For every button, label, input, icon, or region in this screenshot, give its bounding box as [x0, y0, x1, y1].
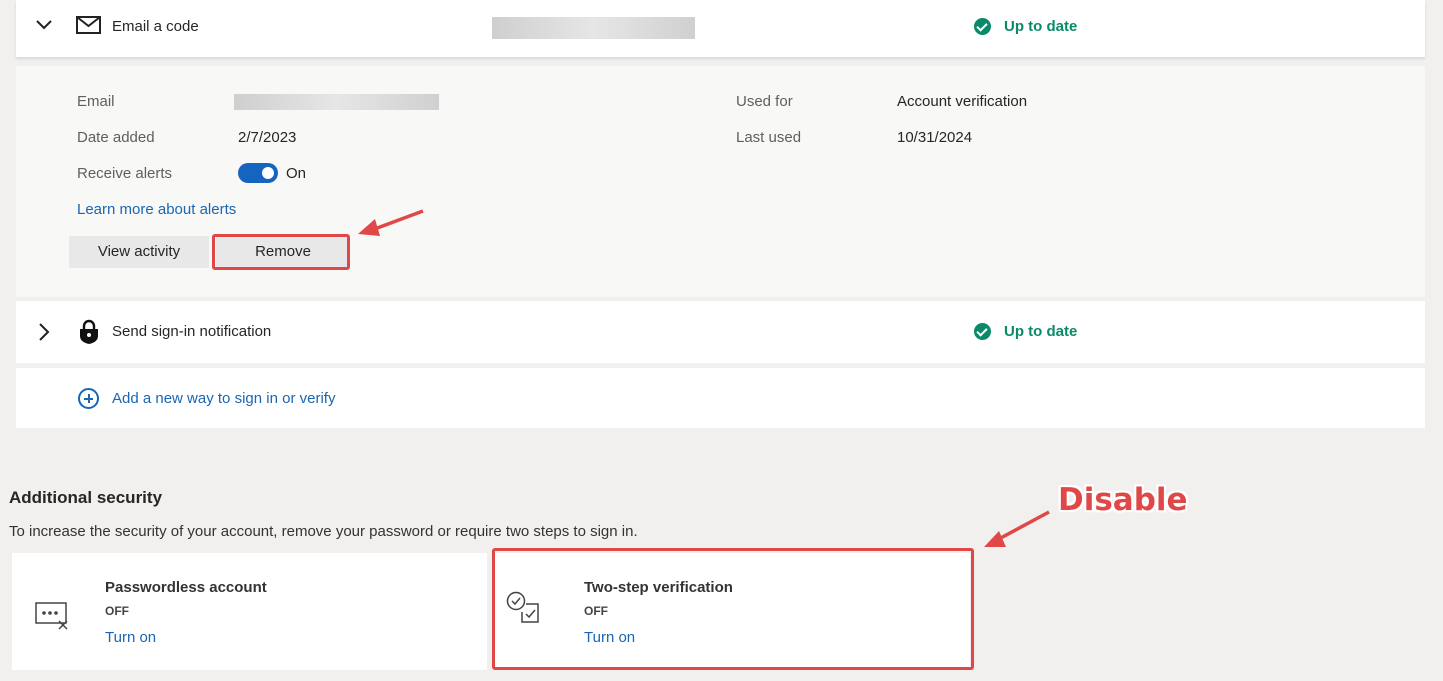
disable-annotation: Disable [1058, 482, 1188, 518]
arrow-to-remove-icon [358, 209, 1050, 547]
